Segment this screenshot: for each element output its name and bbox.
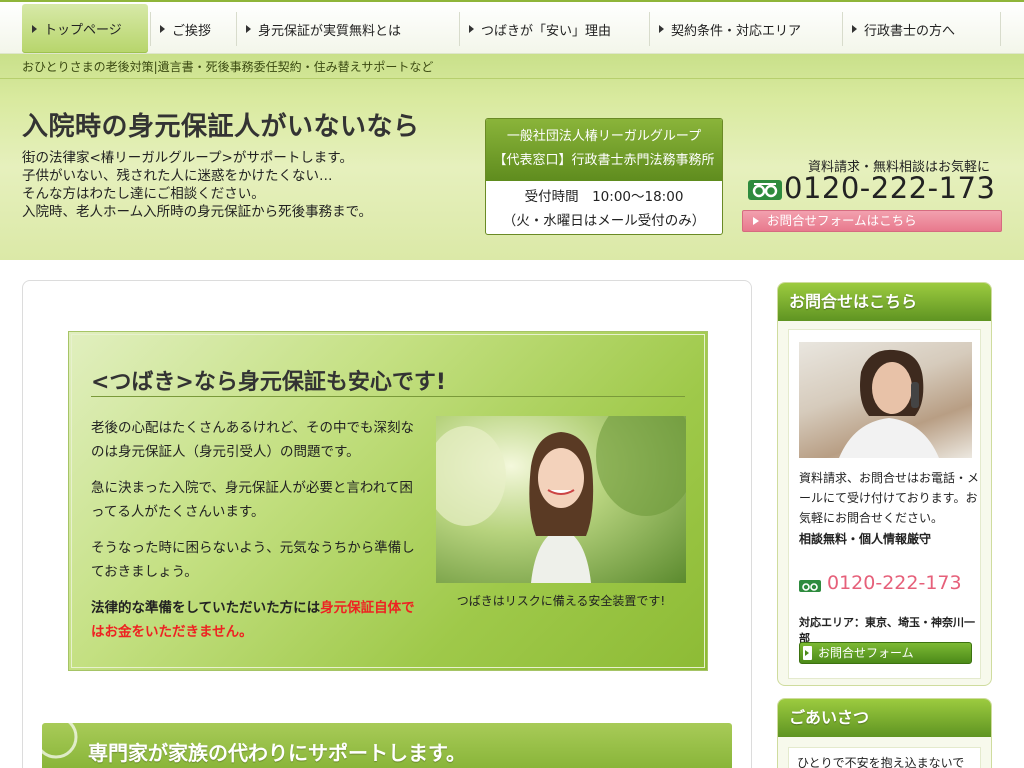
nav-item-free-guarantee[interactable]: 身元保証が実質無料とは <box>246 10 401 48</box>
sidebar-contact-heading: お問合せはこちら <box>778 283 991 321</box>
nav-item-top[interactable]: トップページ <box>22 4 148 53</box>
feature-title-divider <box>91 396 685 397</box>
intro-line: 子供がいない、残された人に迷惑をかけたくない… <box>22 168 333 184</box>
feature-paragraph: 老後の心配はたくさんあるけれど、その中でも深刻なのは身元保証人（身元引受人）の問… <box>91 420 415 460</box>
nav-item-for-scriveners[interactable]: 行政書士の方へ <box>852 10 955 48</box>
nav-item-label: トップページ <box>44 23 122 38</box>
site-header: おひとりさまの老後対策|遺言書・死後事務委任契約・住み替えサポートなど 入院時の… <box>0 54 1024 260</box>
sidebar-greeting-box: ごあいさつ ひとりで不安を抱え込まないで <box>777 698 992 768</box>
sidebar-contact-bold: 相談無料・個人情報厳守 <box>799 532 932 546</box>
triangle-right-icon <box>659 25 664 33</box>
main-content: <つばき>なら身元保証も安心です! 老後の心配はたくさんあるけれど、その中でも深… <box>22 280 752 768</box>
office-hours-note: （火・水曜日はメール受付のみ） <box>502 213 706 229</box>
operator-portrait-image <box>839 349 939 458</box>
nav-item-label: 身元保証が実質無料とは <box>258 23 402 39</box>
nav-item-label: ご挨拶 <box>172 23 212 39</box>
office-representative: 【代表窓口】行政書士赤門法務事務所 <box>493 153 715 168</box>
nav-divider <box>842 12 843 46</box>
contact-form-button-label: お問合せフォームはこちら <box>767 213 917 228</box>
page-title: 入院時の身元保証人がいないなら <box>22 112 420 142</box>
office-name: 一般社団法人椿リーガルグループ <box>506 129 702 144</box>
sidebar-contact-form-label: お問合せフォーム <box>818 646 914 660</box>
feature-paragraph: 急に決まった入院で、身元保証人が必要と言われて困ってる人がたくさんいます。 <box>91 480 413 520</box>
triangle-right-icon <box>246 25 251 33</box>
nav-item-label: 行政書士の方へ <box>864 23 956 39</box>
nav-item-conditions-area[interactable]: 契約条件・対応エリア <box>659 10 801 48</box>
triangle-right-icon <box>469 25 474 33</box>
sidebar-contact-box: お問合せはこちら 資料請求、お問合せはお電話・メールにて受け付けております。お気… <box>777 282 992 686</box>
feature-emphasis: 法律的な準備をしていただいた方には身元保証自体ではお金をいただきません。 <box>91 596 421 644</box>
woman-portrait-image <box>436 416 686 583</box>
intro-text: 街の法律家<椿リーガルグループ>がサポートします。 子供がいない、残された人に迷… <box>22 149 372 221</box>
sidebar-phone-number[interactable]: 0120-222-173 <box>827 572 962 594</box>
section-banner: 専門家が家族の代わりにサポートします。 <box>42 723 732 768</box>
nav-divider <box>649 12 650 46</box>
nav-divider <box>150 12 151 46</box>
office-hours-time: 受付時間 10:00〜18:00 <box>524 189 684 205</box>
nav-divider <box>459 12 460 46</box>
tagline-divider <box>0 78 1024 79</box>
nav-item-label: 契約条件・対応エリア <box>671 23 802 39</box>
feature-box: <つばき>なら身元保証も安心です! 老後の心配はたくさんあるけれど、その中でも深… <box>68 331 708 671</box>
phone-number[interactable]: 0120-222-173 <box>784 171 995 205</box>
sidebar-contact-form-button[interactable]: お問合せフォーム <box>799 642 972 664</box>
section-banner-title: 専門家が家族の代わりにサポートします。 <box>88 741 466 765</box>
global-nav: トップページ ご挨拶 身元保証が実質無料とは つばきが「安い」理由 契約条件・対… <box>0 0 1024 54</box>
office-hours: 受付時間 10:00〜18:00 （火・水曜日はメール受付のみ） <box>486 181 722 233</box>
freedial-icon <box>799 580 821 592</box>
sidebar-greeting-text: ひとりで不安を抱え込まないで <box>788 747 981 768</box>
nav-divider <box>1000 12 1001 46</box>
intro-line: そんな方はわたし達にご相談ください。 <box>22 186 265 202</box>
nav-item-label: つばきが「安い」理由 <box>481 23 612 39</box>
intro-line: 街の法律家<椿リーガルグループ>がサポートします。 <box>22 150 353 166</box>
tagline: おひとりさまの老後対策|遺言書・死後事務委任契約・住み替えサポートなど <box>22 60 434 74</box>
office-info-top: 一般社団法人椿リーガルグループ 【代表窓口】行政書士赤門法務事務所 <box>486 119 722 181</box>
sidebar-contact-inner: 資料請求、お問合せはお電話・メールにて受け付けております。お気軽にお問合せくださ… <box>788 329 981 679</box>
sidebar-contact-text: 資料請求、お問合せはお電話・メールにて受け付けております。お気軽にお問合せくださ… <box>799 471 980 525</box>
operator-photo <box>799 342 972 458</box>
nav-item-cheap-reason[interactable]: つばきが「安い」理由 <box>469 10 611 48</box>
feature-paragraph: そうなった時に困らないよう、元気なうちから準備しておきましょう。 <box>91 540 415 580</box>
triangle-right-icon <box>32 24 37 33</box>
feature-emphasis-text: 法律的な準備をしていただいた方には <box>91 600 321 616</box>
nav-divider <box>236 12 237 46</box>
contact-form-button[interactable]: お問合せフォームはこちら <box>742 210 1002 232</box>
office-info-box: 一般社団法人椿リーガルグループ 【代表窓口】行政書士赤門法務事務所 受付時間 1… <box>485 118 723 235</box>
sidebar-greeting-heading: ごあいさつ <box>778 699 991 737</box>
triangle-right-icon <box>160 25 165 33</box>
smiling-woman-photo <box>436 416 686 583</box>
photo-caption: つばきはリスクに備える安全装置です! <box>456 594 666 608</box>
freedial-icon <box>748 180 782 200</box>
intro-line: 入院時、老人ホーム入所時の身元保証から死後事務まで。 <box>22 204 373 220</box>
feature-title: <つばき>なら身元保証も安心です! <box>91 370 446 395</box>
triangle-right-icon <box>852 25 857 33</box>
arrow-right-icon <box>803 646 812 660</box>
nav-item-greeting[interactable]: ご挨拶 <box>160 10 211 48</box>
triangle-right-icon <box>753 217 759 225</box>
